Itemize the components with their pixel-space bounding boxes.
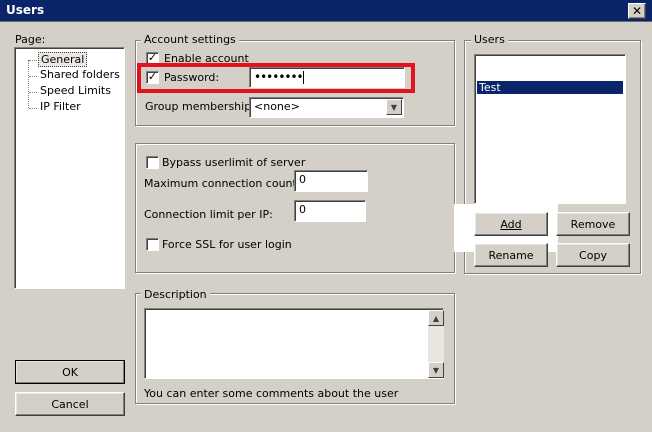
users-list: Test xyxy=(474,54,626,204)
close-icon: ✕ xyxy=(631,4,643,18)
max-connection-label: Maximum connection count: xyxy=(144,177,301,190)
tree-branch xyxy=(29,76,37,77)
bypass-userlimit-checkbox[interactable] xyxy=(146,156,159,169)
tree-branch xyxy=(29,108,37,109)
max-connection-input[interactable]: 0 xyxy=(294,170,368,192)
password-checkbox[interactable]: ✓ xyxy=(146,71,159,84)
tree-item-speed-limits[interactable]: Speed Limits xyxy=(40,84,111,97)
tree-branch xyxy=(29,92,37,93)
cancel-button[interactable]: Cancel xyxy=(15,392,125,416)
force-ssl-label: Force SSL for user login xyxy=(162,238,292,251)
page-tree: General Shared folders Speed Limits IP F… xyxy=(14,47,125,289)
password-field[interactable]: •••••••• xyxy=(249,67,405,88)
user-list-item[interactable]: Test xyxy=(477,81,623,94)
title-bar xyxy=(0,0,652,22)
tree-item-general[interactable]: General xyxy=(38,52,88,67)
copy-user-button[interactable]: Copy xyxy=(556,243,630,267)
text-cursor xyxy=(302,71,304,84)
max-connection-value: 0 xyxy=(299,173,306,186)
description-legend: Description xyxy=(141,288,210,301)
password-value: •••••••• xyxy=(254,70,304,84)
users-legend: Users xyxy=(471,33,508,46)
description-hint: You can enter some comments about the us… xyxy=(144,387,399,400)
chevron-down-icon[interactable]: ▼ xyxy=(386,99,402,115)
description-textarea[interactable]: ▲ ▼ xyxy=(144,308,444,379)
page-label: Page: xyxy=(15,33,46,46)
remove-user-button[interactable]: Remove xyxy=(556,212,630,236)
scroll-up-icon[interactable]: ▲ xyxy=(428,310,444,326)
scroll-down-icon[interactable]: ▼ xyxy=(428,362,444,378)
connection-per-ip-input[interactable]: 0 xyxy=(294,200,366,222)
bypass-userlimit-label: Bypass userlimit of server xyxy=(162,156,306,169)
tree-item-shared-folders[interactable]: Shared folders xyxy=(40,68,120,81)
group-membership-label: Group membership: xyxy=(145,100,255,113)
tree-item-ip-filter[interactable]: IP Filter xyxy=(40,100,81,113)
tree-connector xyxy=(28,60,29,108)
force-ssl-checkbox[interactable] xyxy=(146,238,159,251)
tree-branch xyxy=(29,60,37,61)
close-button[interactable]: ✕ xyxy=(628,3,646,19)
connection-per-ip-value: 0 xyxy=(299,203,306,216)
add-user-button[interactable]: Add xyxy=(474,212,548,236)
password-label: Password: xyxy=(164,71,220,84)
group-membership-select[interactable]: <none> xyxy=(249,97,404,118)
rename-user-button[interactable]: Rename xyxy=(474,243,548,267)
account-settings-legend: Account settings xyxy=(141,33,239,46)
group-membership-value: <none> xyxy=(254,100,300,113)
ok-button[interactable]: OK xyxy=(15,360,125,384)
connection-per-ip-label: Connection limit per IP: xyxy=(144,208,273,221)
window-title: Users xyxy=(6,3,45,17)
